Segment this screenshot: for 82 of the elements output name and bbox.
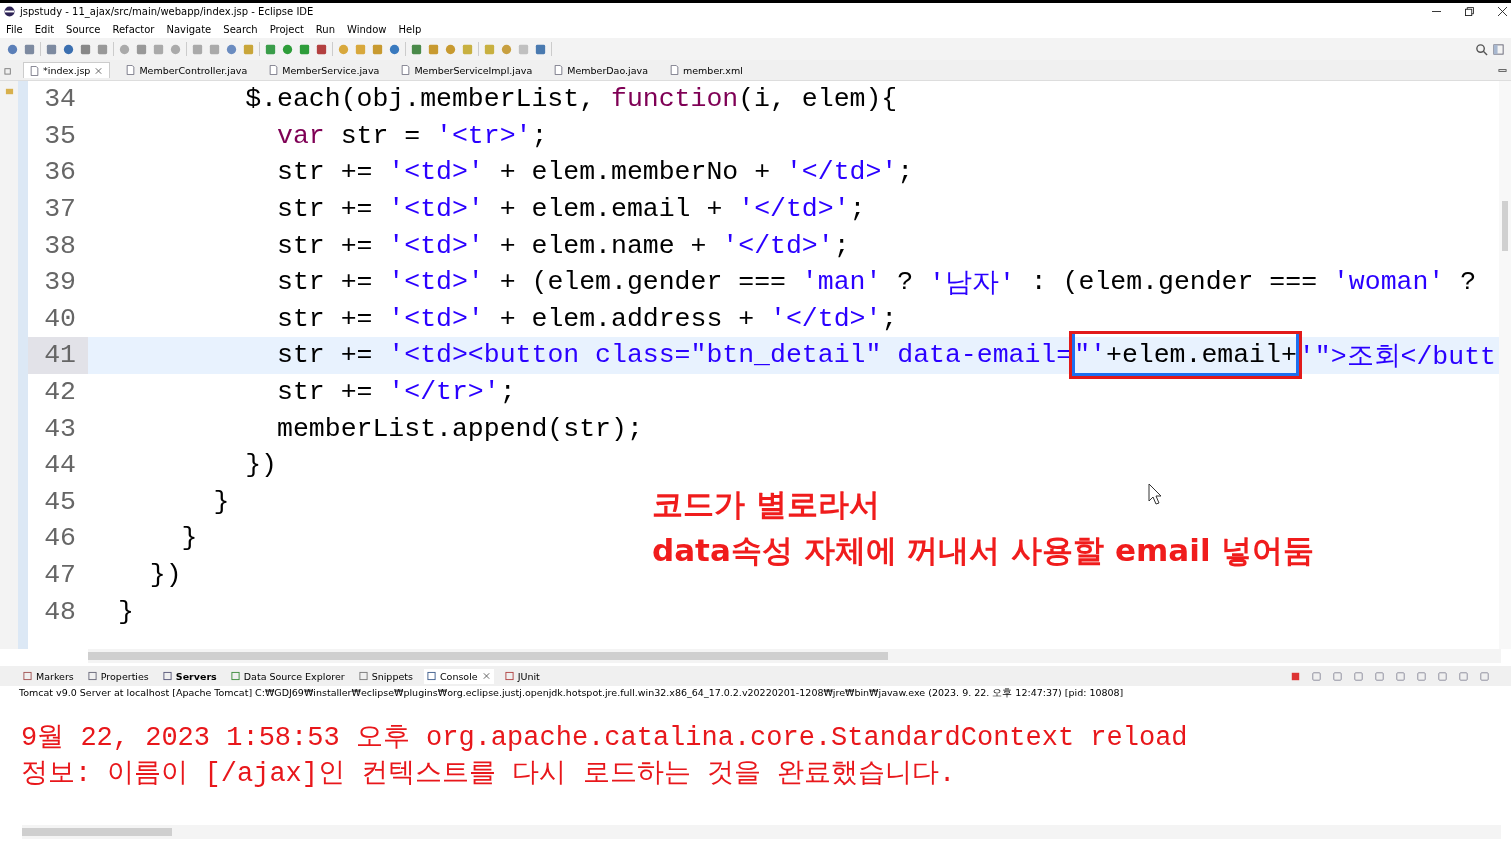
menu-item[interactable]: Edit	[34, 23, 55, 35]
search-icon[interactable]	[1475, 42, 1488, 56]
line-number: 41	[28, 337, 88, 374]
menu-item[interactable]: Window	[347, 23, 387, 35]
menu-item[interactable]: Source	[66, 23, 101, 35]
line-number: 34	[43, 83, 77, 117]
view-icon	[358, 671, 368, 681]
line-number: 39	[43, 266, 77, 300]
mouse-pointer-icon	[1148, 483, 1162, 505]
horizontal-scrollbar[interactable]	[22, 825, 1501, 839]
restore-view-icon[interactable]	[4, 65, 13, 75]
menu-item[interactable]: Help	[398, 23, 422, 35]
panel-tab[interactable]: Data Source Explorer	[227, 668, 348, 684]
panel-tab[interactable]: Snippets	[355, 668, 416, 684]
file-icon	[401, 65, 411, 75]
menu-item[interactable]: Run	[315, 23, 336, 35]
menu-item[interactable]: Search	[223, 23, 258, 35]
editor-tab[interactable]: MemberService.java	[263, 62, 386, 78]
code-line: }	[118, 595, 134, 629]
file-icon	[269, 65, 279, 75]
menu-item[interactable]: Project	[269, 23, 304, 35]
code-line: str += '<td>' + elem.address + '</td>';	[276, 302, 898, 336]
console-header: Tomcat v9.0 Server at localhost [Apache Tomcat] C:₩GDJ69₩installer₩eclipse₩plugins₩org.eclipse.justj.openjdk.hotspot.jre.full.win32.x86_64_17.0.2.v20220201-1208₩jre₩bin₩javaw.exe (2023. 9. 22. 오후 12:47:37) [pid: 10808]	[18, 686, 1125, 700]
code-line: memberList.append(str);	[276, 412, 643, 446]
window-title: jspstudy - 11_ajax/src/main/webapp/index.jsp - Eclipse IDE	[20, 6, 314, 17]
annotation-text: data속성 자체에 꺼내서 사용할 email 넣어둠	[652, 531, 1315, 570]
editor-tab[interactable]: member.xml	[664, 62, 749, 78]
editor-tab[interactable]: *index.jsp	[23, 62, 111, 78]
menu-item[interactable]: Navigate	[166, 23, 212, 35]
view-icon	[23, 671, 32, 681]
panel-tab[interactable]: JUnit	[501, 668, 543, 684]
line-number: 44	[43, 449, 77, 483]
view-icon	[162, 671, 172, 681]
code-line: }	[180, 522, 198, 556]
annotation-text: 코드가 별로라서	[652, 485, 880, 524]
code-line: str += '</tr>';	[276, 376, 516, 410]
eclipse-icon	[4, 6, 15, 17]
restore-icon[interactable]	[1465, 7, 1474, 16]
editor-tab[interactable]: MemberServiceImpl.java	[395, 62, 539, 78]
code-line: $.each(obj.memberList, function(i, elem){	[244, 83, 898, 117]
line-number: 45	[43, 485, 77, 519]
menu-item[interactable]: Refactor	[112, 23, 155, 35]
code-line: str += '<td>' + (elem.gender === 'man' ? '남자' : (elem.gender === 'woman' ?	[276, 266, 1477, 301]
line-number: 40	[43, 302, 77, 336]
file-icon	[554, 65, 564, 75]
panel-tab[interactable]: Properties	[84, 668, 152, 684]
menu-item[interactable]: File	[6, 23, 23, 35]
code-line: })	[244, 449, 278, 483]
line-number: 42	[43, 376, 77, 410]
close-icon[interactable]	[1498, 7, 1507, 16]
vertical-scrollbar[interactable]	[1499, 81, 1511, 649]
code-line: })	[148, 559, 182, 592]
view-icon	[87, 671, 97, 681]
console-line: 9월 22, 2023 1:58:53 오후 org.apache.catalina.core.StandardContext reload	[21, 722, 1189, 755]
code-line: }	[212, 485, 230, 519]
file-icon	[126, 65, 136, 75]
code-line: str += '<td>' + elem.memberNo + '</td>';	[276, 156, 914, 190]
line-number: 46	[43, 522, 77, 556]
line-number: 43	[43, 412, 77, 446]
code-line: str += '<td>' + elem.name + '</td>';	[276, 229, 850, 263]
file-icon	[670, 65, 679, 75]
file-icon	[30, 65, 39, 76]
console-line: 정보: 이름이 [/ajax]인 컨텍스트를 다시 로드하는 것을 완료했습니다.	[21, 758, 957, 791]
view-icon	[230, 671, 240, 681]
line-number: 38	[43, 229, 77, 263]
panel-tab[interactable]: Servers	[159, 668, 220, 684]
highlight-box: "'+elem.email+	[1072, 334, 1299, 377]
code-line: str += '<td>' + elem.email + '</td>';	[276, 193, 866, 227]
editor-tab[interactable]: MemberController.java	[120, 62, 254, 78]
horizontal-scrollbar[interactable]	[88, 649, 1501, 663]
line-number: 48	[43, 595, 77, 629]
line-number: 36	[43, 156, 77, 190]
view-icon	[426, 671, 436, 681]
editor-tab[interactable]: MemberDao.java	[548, 62, 654, 78]
view-icon	[504, 671, 514, 681]
panel-tab[interactable]: Markers	[20, 668, 77, 684]
line-number: 47	[43, 559, 77, 592]
line-number: 37	[43, 193, 77, 227]
panel-tab[interactable]: Console	[423, 668, 494, 684]
line-number: 35	[43, 119, 77, 153]
code-line: str += '<td><button class="btn_detail" data-email="'+elem.email+'">조회</butt	[118, 337, 1496, 374]
code-line: var str = '<tr>';	[276, 119, 548, 153]
